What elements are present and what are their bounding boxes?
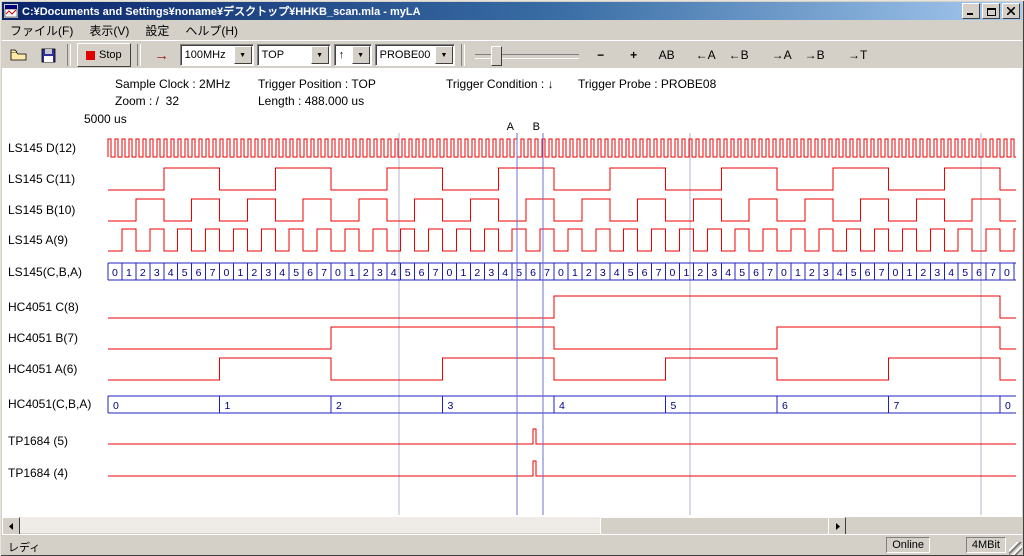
waveform-bit — [108, 168, 1016, 190]
bus-value: 7 — [990, 267, 996, 279]
status-memory-badge: 4MBit — [966, 537, 1006, 553]
bus-value: 0 — [1005, 400, 1011, 412]
bus-value: 0 — [447, 267, 453, 279]
bus-value: 6 — [530, 267, 536, 279]
bus-value: 7 — [544, 267, 550, 279]
bus-value: 3 — [600, 267, 606, 279]
bus-value: 1 — [225, 400, 231, 412]
status-online-badge: Online — [886, 537, 930, 553]
bus-value: 3 — [377, 267, 383, 279]
bus-value: 3 — [934, 267, 940, 279]
bus-value: 1 — [126, 267, 132, 279]
bus-value: 7 — [210, 267, 216, 279]
bus-value: 2 — [474, 267, 480, 279]
waveform-bit — [108, 327, 1016, 349]
status-bar: レディ Online 4MBit — [2, 534, 1022, 555]
bus-value: 7 — [656, 267, 662, 279]
bus-value: 4 — [391, 267, 397, 279]
bus-value: 7 — [894, 400, 900, 412]
bus-value: 4 — [279, 267, 285, 279]
bus-value: 2 — [586, 267, 592, 279]
bus-value: 5 — [628, 267, 634, 279]
waveform-pulse — [108, 429, 1016, 444]
bus-value: 1 — [906, 267, 912, 279]
bus-value: 5 — [293, 267, 299, 279]
bus-value: 3 — [823, 267, 829, 279]
bus-value: 7 — [433, 267, 439, 279]
bus-value: 4 — [948, 267, 954, 279]
bus-value: 3 — [154, 267, 160, 279]
waveform-plot: 0123456701234567012345670123456701234567… — [0, 0, 1024, 556]
horizontal-scrollbar[interactable] — [2, 517, 846, 533]
bus-value: 5 — [851, 267, 857, 279]
bus-value: 0 — [893, 267, 899, 279]
bus-value: 0 — [335, 267, 341, 279]
bus-value: 6 — [976, 267, 982, 279]
bus-value: 0 — [1004, 267, 1010, 279]
bus-value: 1 — [683, 267, 689, 279]
arrow-right-icon — [834, 523, 841, 530]
bus-value: 4 — [614, 267, 620, 279]
scrollbar-thumb[interactable] — [600, 517, 832, 535]
arrow-left-icon — [8, 523, 15, 530]
bus-value: 0 — [781, 267, 787, 279]
bus-value: 2 — [140, 267, 146, 279]
bus-value: 3 — [488, 267, 494, 279]
bus-value: 7 — [321, 267, 327, 279]
bus-value: 2 — [363, 267, 369, 279]
bus-value: 5 — [405, 267, 411, 279]
bus-value: 4 — [559, 400, 565, 412]
cursor-b-label: B — [533, 121, 540, 133]
scrollbar-filler — [846, 517, 1022, 533]
waveform-pulse — [108, 461, 1016, 476]
bus-value: 4 — [725, 267, 731, 279]
bus-value: 3 — [265, 267, 271, 279]
bus-value: 2 — [336, 400, 342, 412]
waveform-bit — [108, 199, 1016, 221]
bus-value: 1 — [237, 267, 243, 279]
bus-value: 4 — [502, 267, 508, 279]
scroll-right-button[interactable] — [828, 517, 846, 535]
bus-value: 2 — [920, 267, 926, 279]
bus-value: 6 — [196, 267, 202, 279]
bus-value: 4 — [837, 267, 843, 279]
bus-value: 5 — [671, 400, 677, 412]
bus-value: 0 — [112, 267, 118, 279]
bus-value: 2 — [251, 267, 257, 279]
bus-value: 6 — [419, 267, 425, 279]
bus-value: 0 — [224, 267, 230, 279]
bus-value: 6 — [865, 267, 871, 279]
bus-value: 1 — [572, 267, 578, 279]
bus-value: 3 — [711, 267, 717, 279]
bus-value: 6 — [782, 400, 788, 412]
bus-value: 1 — [349, 267, 355, 279]
bus-value: 5 — [739, 267, 745, 279]
bus-value: 6 — [307, 267, 313, 279]
bus-value: 7 — [767, 267, 773, 279]
bus-value: 0 — [670, 267, 676, 279]
cursor-a-label: A — [507, 121, 515, 133]
waveform-bit — [108, 296, 1016, 318]
bus-value: 5 — [962, 267, 968, 279]
bus-value: 6 — [642, 267, 648, 279]
app-window: C:¥Documents and Settings¥noname¥デスクトップ¥… — [0, 0, 1024, 556]
bus-value: 4 — [168, 267, 174, 279]
bus-value: 1 — [460, 267, 466, 279]
bus-value: 3 — [448, 400, 454, 412]
waveform-bit — [108, 358, 1016, 380]
resize-grip[interactable] — [1009, 542, 1022, 555]
bus-value: 0 — [113, 400, 119, 412]
status-ready-text: レディ — [8, 539, 40, 555]
bus-value: 1 — [795, 267, 801, 279]
bus-value: 7 — [879, 267, 885, 279]
bus-value: 2 — [809, 267, 815, 279]
bus-value: 6 — [753, 267, 759, 279]
bus-value: 5 — [182, 267, 188, 279]
bus-value: 2 — [697, 267, 703, 279]
waveform-bit — [108, 229, 1016, 251]
scroll-left-button[interactable] — [2, 517, 20, 535]
bus-value: 0 — [558, 267, 564, 279]
waveform-clock — [108, 139, 1016, 157]
